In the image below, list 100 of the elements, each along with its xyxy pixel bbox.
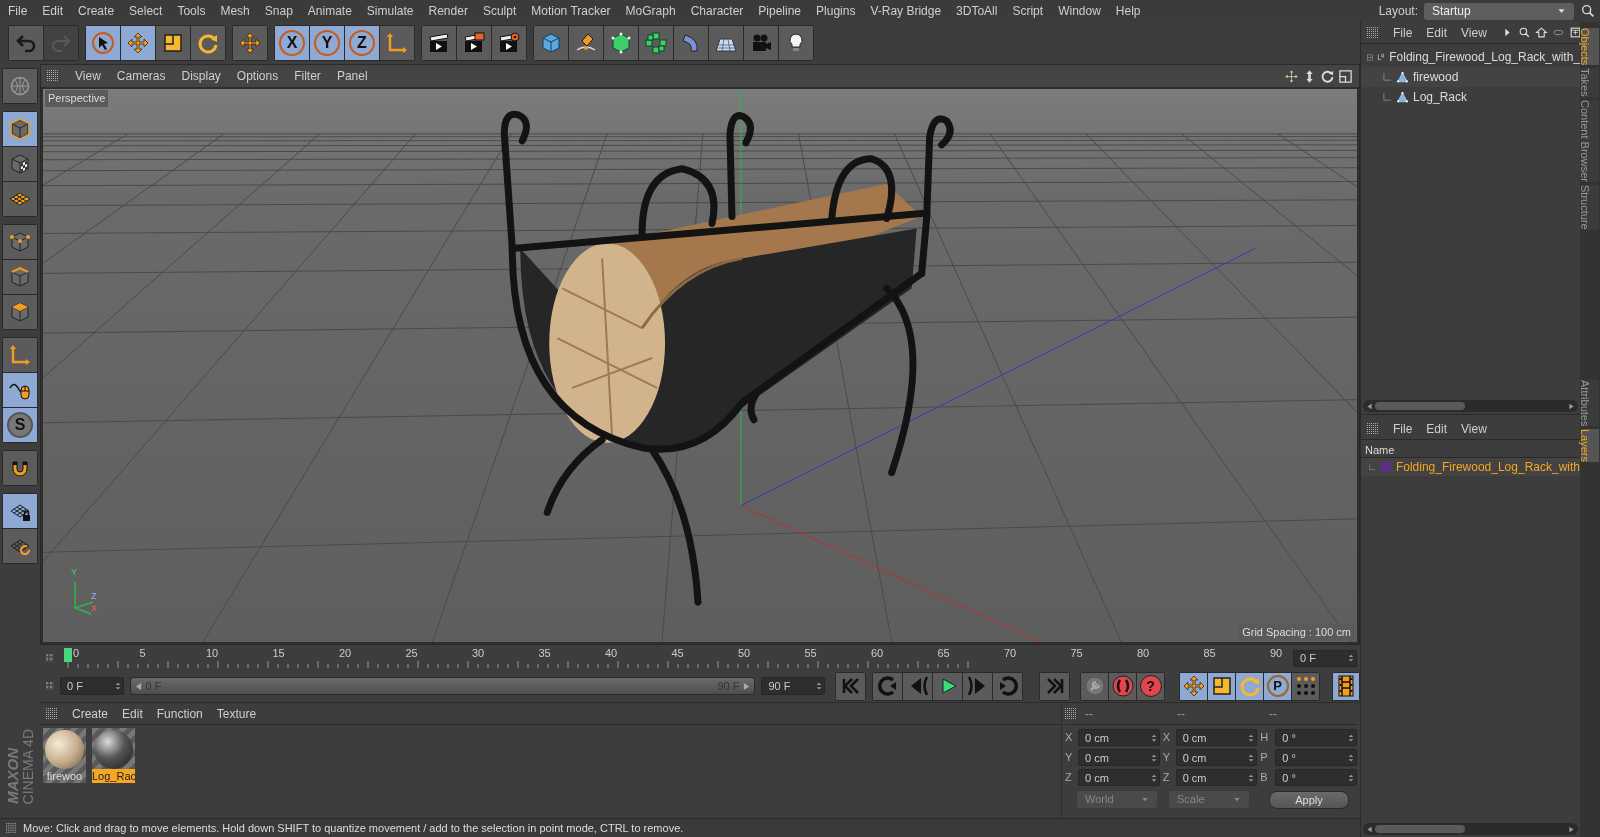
objects-menu[interactable]: File bbox=[1393, 23, 1413, 42]
help-button[interactable]: ? bbox=[1137, 672, 1164, 700]
clapboard-button[interactable] bbox=[422, 26, 456, 60]
menu-item[interactable]: Tools bbox=[177, 2, 206, 20]
skip-start-button[interactable] bbox=[836, 672, 865, 700]
menu-item[interactable]: MoGraph bbox=[625, 2, 676, 20]
axis-button[interactable]: Z bbox=[345, 26, 379, 60]
menu-item[interactable]: Render bbox=[428, 2, 468, 20]
panel-tab[interactable]: Content Browser bbox=[1581, 100, 1599, 182]
viewport-menu[interactable]: Cameras bbox=[116, 67, 166, 85]
menu-item[interactable]: Character bbox=[690, 2, 744, 20]
material-tile[interactable]: Log_Rac bbox=[92, 728, 135, 783]
menu-item[interactable]: Edit bbox=[42, 2, 64, 20]
layers-menu[interactable]: File bbox=[1393, 419, 1413, 438]
menu-item[interactable]: Sculpt bbox=[482, 2, 517, 20]
object-name[interactable]: Log_Rack bbox=[1413, 88, 1468, 106]
panel-tab[interactable]: Structure bbox=[1581, 185, 1599, 230]
start-frame-field[interactable]: 0 F bbox=[60, 677, 124, 695]
menu-item[interactable]: Help bbox=[1115, 2, 1141, 20]
object-name[interactable]: Folding_Firewood_Log_Rack_with_ bbox=[1389, 48, 1580, 66]
move-button[interactable] bbox=[121, 26, 155, 60]
scale-button[interactable] bbox=[1208, 672, 1235, 700]
checker-cube-button[interactable] bbox=[3, 147, 37, 181]
menu-item[interactable]: Window bbox=[1058, 2, 1101, 20]
material-menu[interactable]: Create bbox=[72, 704, 109, 723]
polygons-cube-button[interactable] bbox=[3, 295, 37, 329]
cursor-button[interactable] bbox=[86, 26, 120, 60]
snap-button[interactable]: S bbox=[3, 408, 37, 442]
menu-item[interactable]: Mesh bbox=[220, 2, 250, 20]
viewport-menu[interactable]: Display bbox=[181, 67, 221, 85]
menu-item[interactable]: File bbox=[8, 2, 28, 20]
rotate-button[interactable] bbox=[191, 26, 225, 60]
menu-item[interactable]: Pipeline bbox=[758, 2, 802, 20]
key-button[interactable] bbox=[1081, 672, 1108, 700]
frame-field[interactable]: 0 F bbox=[1293, 649, 1357, 667]
move-button[interactable] bbox=[1180, 672, 1207, 700]
collapse-icon[interactable] bbox=[1367, 51, 1374, 63]
light-bulb-button[interactable] bbox=[779, 26, 813, 60]
clapboard-window-button[interactable] bbox=[457, 26, 491, 60]
panel-tab[interactable]: Layers bbox=[1581, 429, 1599, 463]
film-button[interactable] bbox=[1333, 672, 1359, 700]
rotation-field[interactable]: 0 ° bbox=[1275, 769, 1357, 786]
menu-item[interactable]: Plugins bbox=[816, 2, 856, 20]
position-field[interactable]: 0 cm bbox=[1078, 729, 1160, 746]
axis-button[interactable]: X bbox=[275, 26, 309, 60]
material-menu[interactable]: Edit bbox=[122, 704, 143, 723]
menu-item[interactable]: Snap bbox=[264, 2, 293, 20]
model-cube-button[interactable] bbox=[3, 112, 37, 146]
layers-menu[interactable]: Edit bbox=[1426, 419, 1448, 438]
param-button[interactable]: P bbox=[1264, 672, 1291, 700]
size-field[interactable]: 0 cm bbox=[1175, 749, 1258, 766]
panel-tab[interactable]: Objects bbox=[1581, 28, 1599, 66]
panel-tab[interactable]: Attributes bbox=[1581, 379, 1599, 427]
axis-button[interactable]: Y bbox=[310, 26, 344, 60]
dots-button[interactable] bbox=[1292, 672, 1319, 700]
bend-button[interactable] bbox=[674, 26, 708, 60]
menu-item[interactable]: Select bbox=[129, 2, 163, 20]
viewport-menu[interactable]: Options bbox=[236, 67, 279, 85]
horizontal-scrollbar[interactable] bbox=[1363, 823, 1578, 835]
grid-rotate-button[interactable] bbox=[3, 529, 37, 563]
mouse-button[interactable] bbox=[3, 373, 37, 407]
clapboard-gear-button[interactable] bbox=[492, 26, 526, 60]
viewport-menu[interactable]: Panel bbox=[336, 67, 368, 85]
viewport-menu[interactable]: View bbox=[75, 67, 101, 85]
layers-menu[interactable]: View bbox=[1461, 419, 1487, 438]
floor-grid-button[interactable] bbox=[709, 26, 743, 60]
menu-item[interactable]: Animate bbox=[307, 2, 352, 20]
skip-end-button[interactable] bbox=[1040, 672, 1069, 700]
material-menu[interactable]: Texture bbox=[216, 704, 257, 723]
size-field[interactable]: 0 cm bbox=[1175, 729, 1258, 746]
undo-button[interactable] bbox=[9, 26, 43, 60]
menu-item[interactable]: Create bbox=[78, 2, 115, 20]
menu-item[interactable]: Motion Tracker bbox=[531, 2, 611, 20]
object-name[interactable]: firewood bbox=[1413, 68, 1459, 86]
position-field[interactable]: 0 cm bbox=[1078, 749, 1160, 766]
magnet-button[interactable] bbox=[3, 451, 37, 485]
position-field[interactable]: 0 cm bbox=[1078, 769, 1160, 786]
objects-menu[interactable]: Edit bbox=[1426, 23, 1448, 42]
cube-button[interactable] bbox=[534, 26, 568, 60]
axes-button[interactable] bbox=[380, 26, 414, 60]
menu-item[interactable]: 3DToAll bbox=[956, 2, 998, 20]
workplane-button[interactable] bbox=[3, 182, 37, 216]
material-menu[interactable]: Function bbox=[156, 704, 203, 723]
panel-tab[interactable]: Takes bbox=[1581, 68, 1599, 98]
timeline-ruler[interactable]: 0 5 10 15 20 25 30 35 40 45 50 55 60 65 70 75 80 85 90 bbox=[58, 646, 1289, 669]
loop-right-button[interactable] bbox=[993, 672, 1022, 700]
rotation-field[interactable]: 0 ° bbox=[1275, 729, 1357, 746]
rotate-button[interactable] bbox=[1236, 672, 1263, 700]
playhead[interactable] bbox=[64, 647, 72, 662]
apply-button[interactable]: Apply bbox=[1269, 791, 1349, 809]
record-button[interactable] bbox=[1109, 672, 1136, 700]
size-field[interactable]: 0 cm bbox=[1175, 769, 1258, 786]
move-button[interactable] bbox=[233, 26, 267, 60]
horizontal-scrollbar[interactable] bbox=[1363, 400, 1578, 412]
play-button[interactable] bbox=[933, 672, 962, 700]
scale-button[interactable] bbox=[156, 26, 190, 60]
viewport-menu[interactable]: Filter bbox=[294, 67, 321, 85]
cubes-ring-button[interactable] bbox=[639, 26, 673, 60]
loop-left-button[interactable] bbox=[873, 672, 902, 700]
rotation-field[interactable]: 0 ° bbox=[1275, 749, 1357, 766]
